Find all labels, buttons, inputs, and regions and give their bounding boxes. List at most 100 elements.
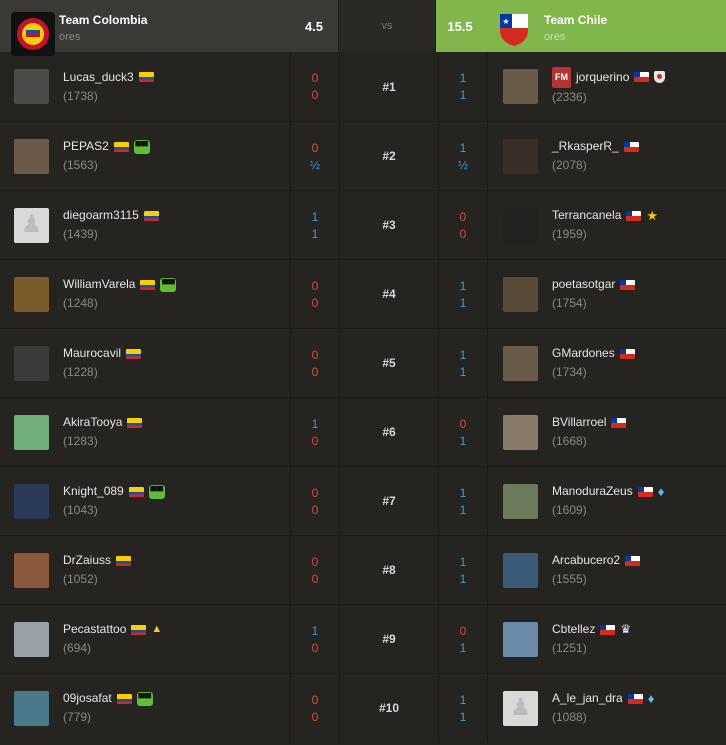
avatar[interactable] <box>14 345 49 381</box>
game-score[interactable]: 1 <box>460 693 467 707</box>
game-score[interactable]: 1 <box>312 624 319 638</box>
player-name[interactable]: Maurocavil <box>63 344 121 363</box>
game-score[interactable]: 1 <box>460 88 467 102</box>
game-score[interactable]: 0 <box>312 71 319 85</box>
avatar[interactable] <box>503 138 538 174</box>
game-score[interactable]: 1 <box>460 279 467 293</box>
player-name[interactable]: PEPAS2 <box>63 137 109 156</box>
game-score[interactable]: 1 <box>460 572 467 586</box>
avatar[interactable] <box>503 483 538 519</box>
game-score[interactable]: 0 <box>312 434 319 448</box>
right-team-name[interactable]: Team Chile <box>544 13 607 27</box>
game-score[interactable]: 0 <box>312 572 319 586</box>
player-name[interactable]: DrZaiuss <box>63 551 111 570</box>
chile-flag-icon <box>623 141 639 152</box>
avatar[interactable] <box>14 414 49 450</box>
game-score[interactable]: 0 <box>312 88 319 102</box>
game-score[interactable]: 1 <box>460 503 467 517</box>
game-score[interactable]: 1 <box>460 296 467 310</box>
avatar[interactable] <box>503 621 538 657</box>
game-score[interactable]: 0 <box>312 365 319 379</box>
player-name[interactable]: Terrancanela <box>552 206 621 225</box>
player-name[interactable]: poetasotgar <box>552 275 615 294</box>
player-name[interactable]: Cbtellez <box>552 620 595 639</box>
player-name[interactable]: jorquerino <box>576 68 629 87</box>
game-score[interactable]: ½ <box>310 158 320 172</box>
game-score[interactable]: 1 <box>460 141 467 155</box>
game-score[interactable]: 0 <box>312 693 319 707</box>
game-score[interactable]: 1 <box>460 486 467 500</box>
game-score[interactable]: 0 <box>460 624 467 638</box>
game-score[interactable]: 0 <box>460 227 467 241</box>
game-score[interactable]: 1 <box>460 555 467 569</box>
shield-icon <box>654 71 666 83</box>
player-rating: (1043) <box>63 503 98 517</box>
chile-flag-icon <box>619 348 635 359</box>
game-score[interactable]: 1 <box>460 348 467 362</box>
avatar[interactable] <box>503 69 538 104</box>
avatar[interactable] <box>503 414 538 450</box>
left-team-header[interactable]: Team Colombia ores <box>0 0 290 56</box>
right-team-score: 15.5 <box>436 0 484 52</box>
player-name[interactable]: GMardones <box>552 344 615 363</box>
avatar[interactable] <box>14 621 49 657</box>
chile-flag-icon <box>634 72 650 82</box>
player-name[interactable]: Pecastattoo <box>63 620 126 639</box>
game-score[interactable]: 1 <box>460 710 467 724</box>
game-score[interactable]: 1 <box>460 365 467 379</box>
avatar[interactable] <box>14 69 49 104</box>
game-score[interactable]: ½ <box>458 158 468 172</box>
right-team-header[interactable]: ★ Team Chile ores <box>484 0 726 52</box>
player-name[interactable]: Arcabucero2 <box>552 551 620 570</box>
game-score[interactable]: 1 <box>312 227 319 241</box>
game-score[interactable]: 0 <box>312 486 319 500</box>
player-name[interactable]: Lucas_duck3 <box>63 68 134 87</box>
avatar[interactable] <box>14 483 49 519</box>
game-score[interactable]: 0 <box>312 641 319 655</box>
match-header: Team Colombia ores 4.5 vs 15.5 ★ Team Ch… <box>0 0 726 56</box>
left-team-sub: ores <box>59 31 81 43</box>
game-score[interactable]: 0 <box>312 279 319 293</box>
player-rating: (779) <box>63 710 92 724</box>
left-scores: 0 0 <box>290 674 339 742</box>
game-score[interactable]: 0 <box>312 710 319 724</box>
game-score[interactable]: 0 <box>312 503 319 517</box>
avatar[interactable] <box>503 552 538 588</box>
game-score[interactable]: 0 <box>312 296 319 310</box>
left-team-name[interactable]: Team Colombia <box>59 13 147 27</box>
avatar[interactable] <box>14 276 49 312</box>
player-name[interactable]: _RkasperR_ <box>552 137 619 156</box>
game-score[interactable]: 0 <box>460 417 467 431</box>
avatar[interactable] <box>14 138 49 174</box>
player-rating: (2336) <box>552 89 587 104</box>
player-name[interactable]: ManoduraZeus <box>552 482 633 501</box>
player-name[interactable]: Knight_089 <box>63 482 124 501</box>
game-score[interactable]: 0 <box>460 210 467 224</box>
game-score[interactable]: 0 <box>312 555 319 569</box>
player-name[interactable]: A_le_jan_dra <box>552 689 623 708</box>
game-score[interactable]: 1 <box>312 210 319 224</box>
avatar[interactable]: ♟ <box>14 207 49 243</box>
game-score[interactable]: 0 <box>312 348 319 362</box>
colombia-flag-icon <box>113 141 129 152</box>
game-score[interactable]: 0 <box>312 141 319 155</box>
game-score[interactable]: 1 <box>460 71 467 85</box>
game-score[interactable]: 1 <box>460 434 467 448</box>
avatar[interactable] <box>503 345 538 381</box>
game-score[interactable]: 1 <box>460 641 467 655</box>
left-scores: 1 1 <box>290 191 339 259</box>
player-rating: (1738) <box>63 88 98 103</box>
avatar[interactable] <box>14 552 49 588</box>
player-name[interactable]: WilliamVarela <box>63 275 135 294</box>
avatar[interactable] <box>503 276 538 312</box>
player-name[interactable]: AkiraTooya <box>63 413 122 432</box>
avatar[interactable] <box>503 207 538 243</box>
player-name[interactable]: BVillarroel <box>552 413 606 432</box>
game-score[interactable]: 1 <box>312 417 319 431</box>
avatar[interactable] <box>14 690 49 726</box>
player-name[interactable]: diegoarm3115 <box>63 206 139 225</box>
player-name[interactable]: 09josafat <box>63 689 112 708</box>
glasses-icon: ▀▀ <box>160 277 177 292</box>
avatar[interactable]: ♟ <box>503 690 538 726</box>
board-number: #10 <box>339 674 439 742</box>
